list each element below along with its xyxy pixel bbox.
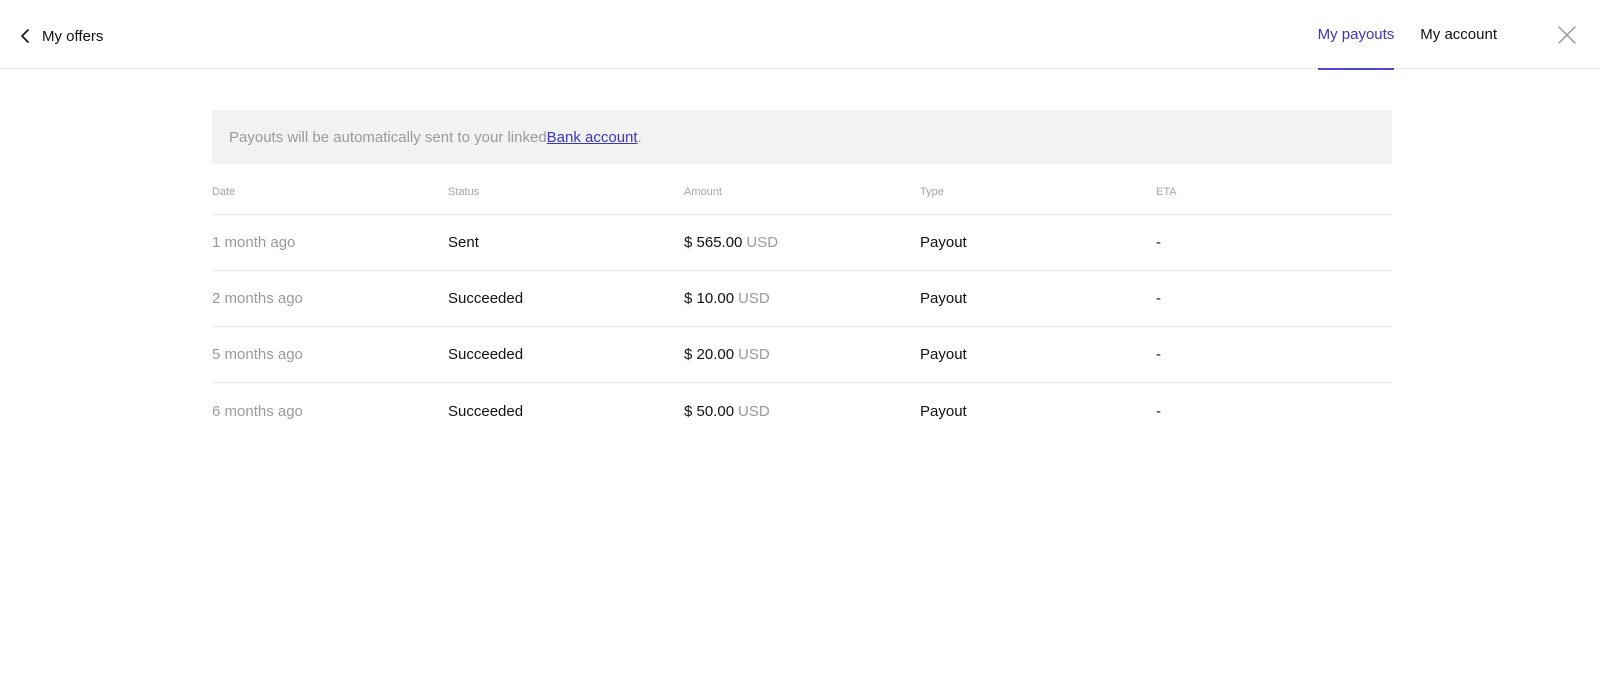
cell-date: 1 month ago <box>212 234 296 251</box>
cell-type: Payout <box>920 234 967 251</box>
close-icon <box>1558 26 1576 44</box>
close-button[interactable] <box>1557 25 1577 45</box>
column-header-status: Status <box>448 186 480 198</box>
payouts-content: Payouts will be automatically sent to yo… <box>212 110 1392 439</box>
banner-text-end: . <box>637 128 642 146</box>
amount-currency: USD <box>746 234 779 251</box>
amount-value: $ 565.00 <box>684 234 743 251</box>
table-row: 2 months ago Succeeded $ 10.00 USD Payout… <box>212 271 1392 327</box>
banner-text: Payouts will be automatically sent to yo… <box>229 128 547 146</box>
back-to-my-offers-link[interactable]: My offers <box>18 22 103 50</box>
cell-date: 2 months ago <box>212 290 303 307</box>
cell-type: Payout <box>920 402 967 420</box>
cell-eta: - <box>1156 234 1161 251</box>
column-header-eta: ETA <box>1156 186 1177 198</box>
amount-currency: USD <box>738 346 770 363</box>
cell-eta: - <box>1156 402 1161 420</box>
cell-eta: - <box>1156 346 1161 363</box>
tab-my-account[interactable]: My account <box>1420 0 1497 69</box>
cell-type: Payout <box>920 290 967 307</box>
back-link-label: My offers <box>42 27 104 45</box>
column-header-type: Type <box>920 186 944 198</box>
table-row: 5 months ago Succeeded $ 20.00 USD Payout… <box>212 327 1392 383</box>
cell-amount: $ 565.00 USD <box>684 234 920 251</box>
amount-value: $ 20.00 <box>684 346 735 363</box>
payouts-table: Date Status Amount Type ETA 1 month ago … <box>212 170 1392 439</box>
table-header-row: Date Status Amount Type ETA <box>212 170 1392 215</box>
tab-my-payouts[interactable]: My payouts <box>1317 0 1394 70</box>
cell-status: Sent <box>448 234 479 251</box>
column-header-amount: Amount <box>684 186 722 198</box>
amount-currency: USD <box>738 290 770 307</box>
chevron-left-icon <box>21 29 29 43</box>
bank-account-link[interactable]: Bank account <box>547 129 638 146</box>
cell-date: 6 months ago <box>212 402 303 420</box>
table-row: 1 month ago Sent $ 565.00 USD Payout - <box>212 215 1392 271</box>
amount-currency: USD <box>738 402 770 420</box>
amount-value: $ 50.00 <box>684 402 735 420</box>
cell-date: 5 months ago <box>212 346 303 363</box>
cell-status: Succeeded <box>448 402 524 420</box>
top-bar: My offers My payouts My account <box>0 0 1600 70</box>
amount-value: $ 10.00 <box>684 290 735 307</box>
cell-type: Payout <box>920 346 967 363</box>
column-header-date: Date <box>212 186 236 198</box>
cell-status: Succeeded <box>448 290 524 307</box>
cell-eta: - <box>1156 290 1161 307</box>
cell-amount: $ 50.00 USD <box>684 403 920 420</box>
cell-amount: $ 10.00 USD <box>684 290 920 307</box>
header-tabs: My payouts My account <box>1317 0 1497 70</box>
cell-amount: $ 20.00 USD <box>684 346 920 363</box>
cell-status: Succeeded <box>448 346 524 363</box>
table-row: 6 months ago Succeeded $ 50.00 USD Payout… <box>212 383 1392 439</box>
payout-info-banner: Payouts will be automatically sent to yo… <box>212 110 1392 164</box>
